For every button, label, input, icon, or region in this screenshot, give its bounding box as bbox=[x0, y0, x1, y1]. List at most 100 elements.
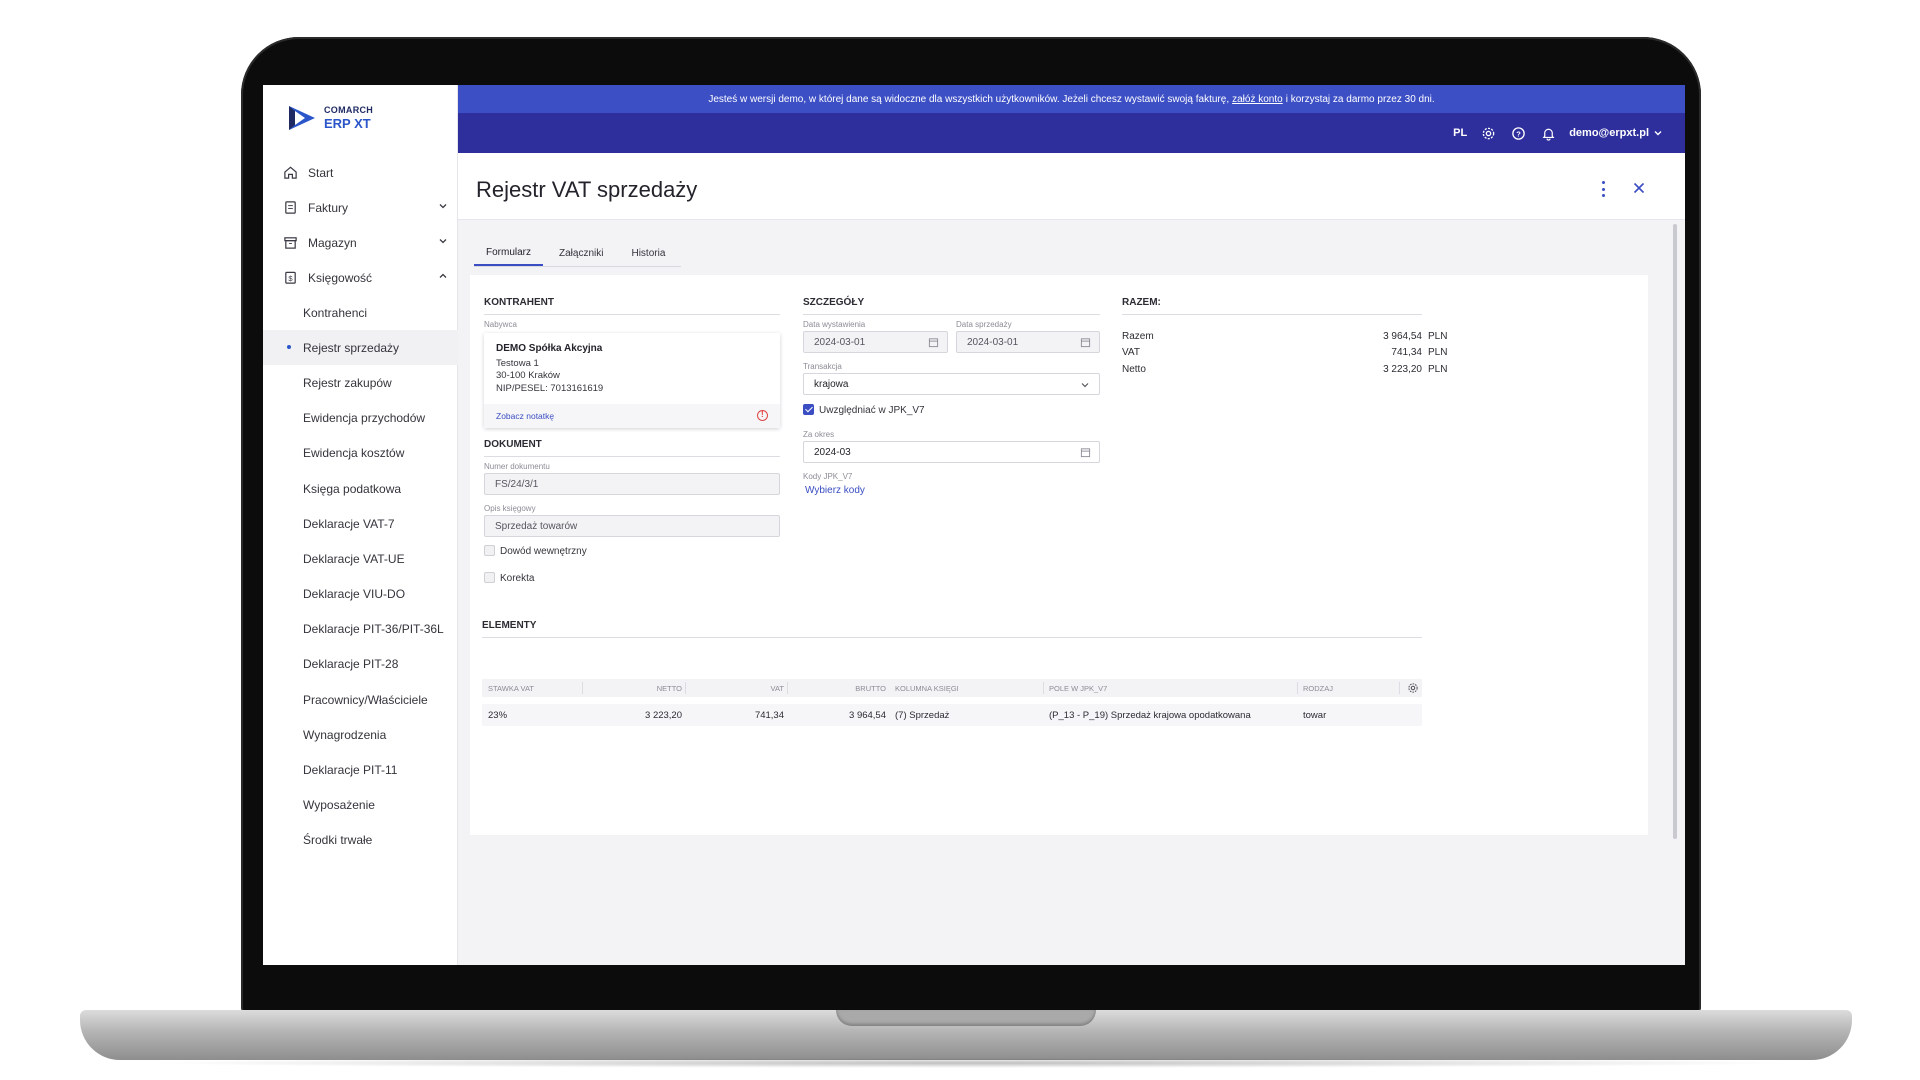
calendar-icon[interactable] bbox=[1080, 447, 1091, 458]
alert-icon[interactable] bbox=[757, 410, 768, 421]
sidebar-subitem-srodki-trwale[interactable]: Środki trwałe bbox=[263, 823, 458, 858]
description-field[interactable]: Sprzedaż towarów bbox=[484, 515, 780, 537]
period-label: Za okres bbox=[803, 430, 835, 439]
column-header[interactable]: BRUTTO bbox=[844, 684, 886, 693]
close-icon[interactable] bbox=[1631, 180, 1647, 196]
banner-text-after: i korzystaj za darmo przez 30 dni. bbox=[1285, 93, 1435, 105]
internal-proof-checkbox[interactable] bbox=[484, 545, 495, 556]
period-field[interactable]: 2024-03 bbox=[803, 441, 1100, 463]
create-account-link[interactable]: załóż konto bbox=[1232, 94, 1283, 105]
sidebar-subitem-deklaracje-viudo[interactable]: Deklaracje VIU-DO bbox=[263, 577, 458, 612]
buyer-card[interactable]: DEMO Spółka Akcyjna Testowa 1 30-100 Kra… bbox=[484, 333, 780, 428]
calendar-icon[interactable] bbox=[928, 337, 939, 348]
sidebar-subitem-deklaracje-vatue[interactable]: Deklaracje VAT-UE bbox=[263, 541, 458, 576]
sidebar-item-label: Faktury bbox=[308, 200, 349, 215]
invoice-icon bbox=[281, 199, 299, 217]
sidebar-subitem-deklaracje-pit11[interactable]: Deklaracje PIT-11 bbox=[263, 752, 458, 787]
buyer-nip: NIP/PESEL: 7013161619 bbox=[496, 383, 604, 394]
sidebar-item-label: Księgowość bbox=[308, 270, 373, 285]
tab-zalaczniki[interactable]: Załączniki bbox=[547, 240, 615, 266]
settings-icon[interactable] bbox=[1407, 682, 1419, 694]
bell-icon[interactable] bbox=[1539, 124, 1557, 142]
sidebar-subitem-ewidencja-kosztow[interactable]: Ewidencja kosztów bbox=[263, 436, 458, 471]
sidebar-subitem-wynagrodzenia[interactable]: Wynagrodzenia bbox=[263, 717, 458, 752]
content-area: Formularz Załączniki Historia KONTRAHENT… bbox=[458, 220, 1685, 965]
column-header[interactable]: KOLUMNA KSIĘGI bbox=[895, 684, 959, 693]
sidebar-subitem-pracownicy[interactable]: Pracownicy/Właściciele bbox=[263, 682, 458, 717]
column-header[interactable]: STAWKA VAT bbox=[488, 684, 534, 693]
sidebar-subitem-deklaracje-pit28[interactable]: Deklaracje PIT-28 bbox=[263, 647, 458, 682]
language-selector[interactable]: PL bbox=[1453, 127, 1467, 139]
document-number-field[interactable]: FS/24/3/1 bbox=[484, 473, 780, 495]
sum-value-vat: 741,34 bbox=[1391, 347, 1422, 358]
column-header[interactable]: NETTO bbox=[642, 684, 682, 693]
app-screen: COMARCH ERP XT Start Faktury Magazyn $ K… bbox=[263, 85, 1685, 965]
section-dokument: DOKUMENT bbox=[484, 439, 780, 457]
sidebar-subitem-deklaracje-pit36[interactable]: Deklaracje PIT-36/PIT-36L bbox=[263, 612, 458, 647]
more-options-icon[interactable] bbox=[1595, 179, 1611, 199]
cell-type: towar bbox=[1303, 710, 1327, 721]
column-divider bbox=[1399, 682, 1400, 694]
chevron-up-icon bbox=[439, 273, 447, 278]
correction-checkbox[interactable] bbox=[484, 572, 495, 583]
user-menu[interactable]: demo@erpxt.pl bbox=[1569, 127, 1663, 139]
sidebar-subitem-kontrahenci[interactable]: Kontrahenci bbox=[263, 295, 458, 330]
laptop-base bbox=[80, 1010, 1852, 1060]
banner-text-before: Jesteś w wersji demo, w której dane są w… bbox=[708, 93, 1230, 105]
sale-date-label: Data sprzedaży bbox=[956, 320, 1012, 329]
calendar-icon[interactable] bbox=[1080, 337, 1091, 348]
table-row[interactable]: 23% 3 223,20 741,34 3 964,54 (7) Sprzeda… bbox=[482, 704, 1422, 726]
help-icon[interactable]: ? bbox=[1509, 124, 1527, 142]
tab-formularz[interactable]: Formularz bbox=[474, 240, 544, 266]
transaction-select[interactable]: krajowa bbox=[803, 373, 1100, 395]
chevron-down-icon bbox=[1654, 131, 1662, 136]
section-razem: RAZEM: bbox=[1122, 297, 1422, 315]
section-elementy: ELEMENTY bbox=[482, 620, 1422, 638]
page-title: Rejestr VAT sprzedaży bbox=[476, 177, 698, 202]
column-divider bbox=[1043, 682, 1044, 694]
chevron-down-icon bbox=[439, 204, 447, 209]
table-header: STAWKA VAT NETTO VAT BRUTTO KOLUMNA KSIĘ… bbox=[482, 679, 1422, 697]
sidebar-nav: Start Faktury Magazyn $ Księgowość Kontr… bbox=[263, 155, 458, 858]
choose-codes-link[interactable]: Wybierz kody bbox=[805, 485, 865, 496]
jpk-codes-label: Kody JPK_V7 bbox=[803, 472, 853, 481]
sidebar-item-label: Magazyn bbox=[308, 235, 357, 250]
chevron-down-icon bbox=[439, 239, 447, 244]
cell-vat-rate: 23% bbox=[488, 710, 508, 721]
section-szczegoly: SZCZEGÓŁY bbox=[803, 297, 1100, 315]
sidebar-subitem-wyposazenie[interactable]: Wyposażenie bbox=[263, 788, 458, 823]
column-header[interactable]: VAT bbox=[744, 684, 784, 693]
column-header[interactable]: RODZAJ bbox=[1303, 684, 1333, 693]
sidebar-subitem-rejestr-zakupow[interactable]: Rejestr zakupów bbox=[263, 365, 458, 400]
sidebar-subitem-rejestr-sprzedazy[interactable]: Rejestr sprzedaży bbox=[263, 330, 458, 366]
sidebar-item-start[interactable]: Start bbox=[263, 155, 458, 190]
buyer-label: Nabywca bbox=[484, 320, 517, 329]
column-header[interactable]: POLE W JPK_V7 bbox=[1049, 684, 1107, 693]
sum-currency: PLN bbox=[1428, 347, 1448, 358]
laptop-shadow bbox=[140, 1058, 1800, 1068]
sidebar-subitem-ksiega-podatkowa[interactable]: Księga podatkowa bbox=[263, 471, 458, 506]
issue-date-label: Data wystawienia bbox=[803, 320, 866, 329]
period-value: 2024-03 bbox=[814, 446, 851, 458]
scrollbar[interactable] bbox=[1673, 224, 1677, 839]
accounting-icon: $ bbox=[281, 269, 299, 287]
sidebar-item-ksiegowosc[interactable]: $ Księgowość bbox=[263, 260, 458, 295]
column-divider bbox=[582, 682, 583, 694]
jpk-checkbox[interactable] bbox=[803, 404, 814, 415]
sidebar-subitem-label: Rejestr sprzedaży bbox=[303, 340, 400, 355]
issue-date-field[interactable]: 2024-03-01 bbox=[803, 331, 948, 353]
logo-product: ERP XT bbox=[324, 116, 371, 131]
settings-icon[interactable] bbox=[1479, 124, 1497, 142]
sale-date-field[interactable]: 2024-03-01 bbox=[956, 331, 1100, 353]
sidebar-subitem-ewidencja-przychodow[interactable]: Ewidencja przychodów bbox=[263, 401, 458, 436]
view-note-link[interactable]: Zobacz notatkę bbox=[496, 411, 554, 421]
sidebar-item-magazyn[interactable]: Magazyn bbox=[263, 225, 458, 260]
transaction-label: Transakcja bbox=[803, 362, 842, 371]
sidebar-subitem-deklaracje-vat7[interactable]: Deklaracje VAT-7 bbox=[263, 506, 458, 541]
sidebar-item-faktury[interactable]: Faktury bbox=[263, 190, 458, 225]
tab-historia[interactable]: Historia bbox=[619, 240, 677, 266]
issue-date-value: 2024-03-01 bbox=[814, 336, 866, 348]
buyer-city: 30-100 Kraków bbox=[496, 370, 560, 381]
tab-bar: Formularz Załączniki Historia bbox=[474, 240, 682, 267]
logo[interactable]: COMARCH ERP XT bbox=[287, 103, 373, 133]
